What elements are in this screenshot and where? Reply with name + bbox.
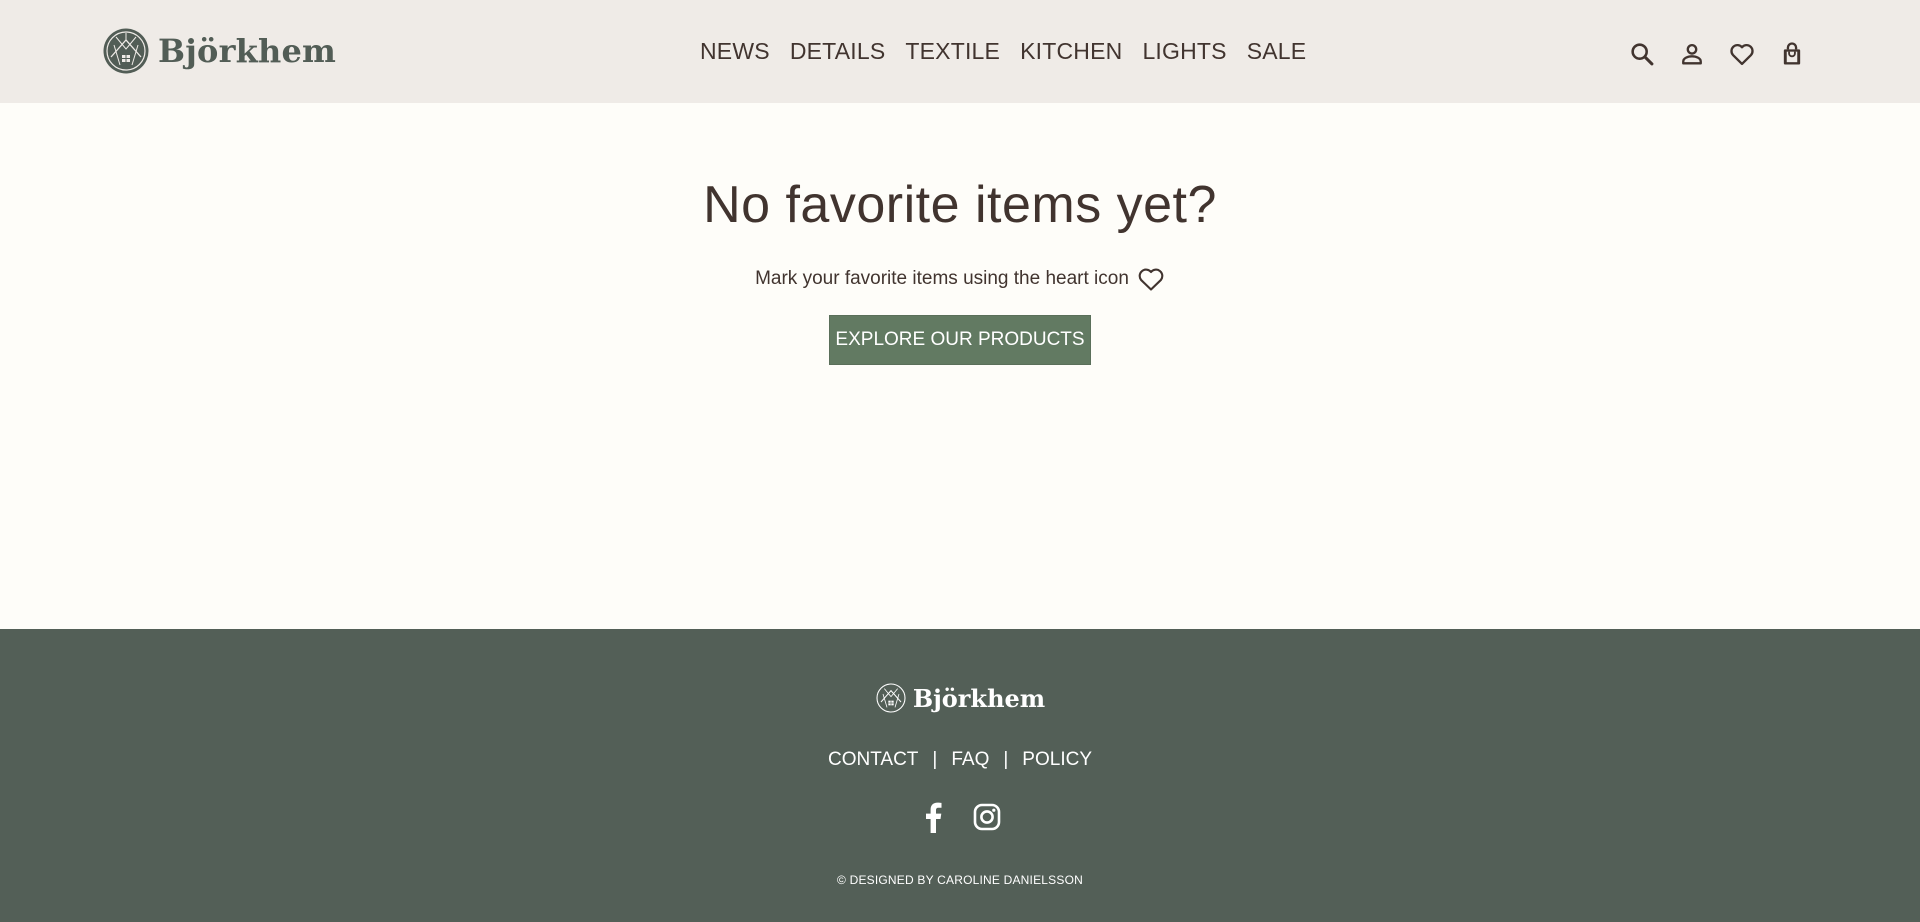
footer-separator: | (932, 749, 938, 770)
logo-text: Björkhem (158, 32, 337, 70)
footer-links: CONTACT | FAQ | POLICY (0, 749, 1920, 771)
birch-house-logo-icon (876, 683, 906, 713)
page-title: No favorite items yet? (703, 176, 1217, 234)
search-icon (1631, 43, 1654, 66)
nav-item-kitchen[interactable]: KITCHEN (1020, 38, 1122, 65)
explore-products-button[interactable]: EXPLORE OUR PRODUCTS (829, 315, 1091, 365)
logo-link[interactable]: Björkhem (102, 27, 336, 75)
footer-logo-text: Björkhem (912, 683, 1046, 713)
favorites-hint: Mark your favorite items using the heart… (0, 266, 1920, 292)
nav-item-news[interactable]: NEWS (700, 38, 770, 65)
site-header: Björkhem NEWS DETAILS TEXTILE KITCHEN LI… (0, 0, 1920, 103)
footer-link-contact[interactable]: CONTACT (828, 749, 918, 771)
footer-credit: © DESIGNED BY CAROLINE DANIELSSON (837, 873, 1083, 887)
instagram-link[interactable] (972, 801, 1002, 833)
social-links (0, 801, 1920, 833)
footer-link-policy[interactable]: POLICY (1022, 749, 1092, 771)
heart-icon (1138, 268, 1164, 291)
search-button[interactable] (1628, 40, 1656, 68)
footer-separator: | (1003, 749, 1009, 770)
facebook-icon (926, 802, 942, 833)
main-nav: NEWS DETAILS TEXTILE KITCHEN LIGHTS SALE (700, 34, 1306, 68)
footer-link-faq[interactable]: FAQ (951, 749, 989, 771)
cart-button[interactable] (1778, 40, 1806, 68)
site-footer: Björkhem CONTACT | FAQ | POLICY © DESIGN… (0, 629, 1920, 922)
favorites-button[interactable] (1728, 40, 1756, 68)
nav-item-textile[interactable]: TEXTILE (905, 38, 1000, 65)
account-button[interactable] (1678, 40, 1706, 68)
nav-item-sale[interactable]: SALE (1247, 38, 1307, 65)
birch-house-logo-icon (103, 28, 149, 74)
heart-icon (1730, 43, 1754, 66)
nav-item-lights[interactable]: LIGHTS (1142, 38, 1226, 65)
hint-text: Mark your favorite items using the heart… (755, 268, 1129, 289)
shopping-bag-icon (1783, 42, 1801, 65)
header-actions (1628, 37, 1806, 71)
account-icon (1682, 43, 1702, 65)
favorites-empty-state: No favorite items yet? Mark your favorit… (0, 103, 1920, 629)
instagram-icon (973, 803, 1001, 831)
nav-item-details[interactable]: DETAILS (790, 38, 886, 65)
footer-logo[interactable]: Björkhem (0, 681, 1920, 715)
facebook-link[interactable] (918, 801, 948, 833)
